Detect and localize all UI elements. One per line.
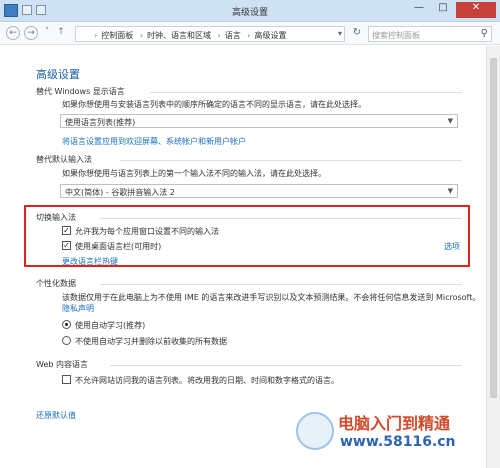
address-bar[interactable]: › 控制面板 › 时钟、语言和区域 › 语言 › 高级设置 ▾ [75,26,345,42]
divider [100,284,462,285]
personalization-heading: 个性化数据 [36,279,76,288]
input-method-select[interactable]: 中文(简体) - 谷歌拼音输入法 2 ▼ [60,184,458,198]
desktop-language-bar-checkbox[interactable]: ✓ [62,241,71,250]
personalization-description: 该数据仅用于在此电脑上为不使用 IME 的语言来改进手写识别以及文本预测结果。不… [62,293,481,302]
vertical-scrollbar[interactable] [486,46,500,468]
web-language-privacy-checkbox[interactable] [62,375,71,384]
per-app-input-checkbox[interactable]: ✓ [62,226,71,235]
auto-learning-label: 使用自动学习(推荐) [75,321,146,330]
breadcrumb-language[interactable]: 语言 [225,31,241,40]
input-method-heading: 替代默认输入法 [36,155,92,164]
forward-button[interactable]: → [24,26,38,40]
divider [120,160,462,161]
back-button[interactable]: ← [6,26,20,40]
display-language-select[interactable]: 使用语言列表(推荐) ▼ [60,114,458,128]
watermark-logo-icon [296,412,334,450]
no-auto-learning-radio[interactable] [62,336,71,345]
breadcrumb-clock-language-region[interactable]: 时钟、语言和区域 [147,31,211,40]
recent-locations-chevron-icon[interactable]: ˅ [42,26,52,40]
auto-learning-radio[interactable] [62,320,71,329]
maximize-button[interactable]: □ [432,2,454,18]
watermark-url: www.58116.cn [340,434,456,450]
display-language-selected: 使用语言列表(推荐) [65,118,136,127]
switch-input-heading: 切换输入法 [36,213,76,222]
breadcrumb-control-panel[interactable]: 控制面板 [101,31,133,40]
web-language-heading: Web 内容语言 [36,360,88,369]
page-title: 高级设置 [36,68,80,81]
watermark-brand: 电脑入门到精通 [338,414,451,433]
chevron-down-icon: ▼ [447,117,453,125]
chevron-down-icon: ▼ [447,187,453,195]
divider [110,365,462,366]
search-icon[interactable]: ⚲ [481,28,488,39]
change-hotkeys-link[interactable]: 更改语言栏热键 [62,256,118,267]
address-dropdown-icon[interactable]: ▾ [338,29,342,38]
breadcrumb: › 控制面板 › 时钟、语言和区域 › 语言 › 高级设置 [94,31,287,40]
divider [150,92,462,93]
input-method-selected: 中文(简体) - 谷歌拼音输入法 2 [65,188,175,197]
apply-language-settings-link[interactable]: 将语言设置应用到欢迎屏幕、系统帐户和新用户帐户 [62,136,246,147]
restore-defaults-link[interactable]: 还原默认值 [36,410,76,421]
scrollbar-thumb[interactable] [490,58,497,398]
search-box[interactable]: 搜索控制面板 ⚲ [368,26,492,42]
per-app-input-label: 允许我为每个应用窗口设置不同的输入法 [75,227,219,236]
title-bar: 高级设置 — □ ✕ [0,0,500,22]
display-language-description: 如果你想使用与安装语言列表中的顺序所确定的语言不同的显示语言，请在此处选择。 [62,100,366,109]
language-bar-options-link[interactable]: 选项 [444,241,460,252]
divider [100,218,462,219]
up-button[interactable]: ↑ [56,26,66,40]
web-language-privacy-label: 不允许网站访问我的语言列表。将改用我的日期、时间和数字格式的语言。 [75,376,339,385]
navigation-bar: ← → ˅ ↑ › 控制面板 › 时钟、语言和区域 › 语言 › 高级设置 ▾ ↻ 搜索… [0,23,500,45]
display-language-heading: 替代 Windows 显示语言 [36,87,125,96]
refresh-icon[interactable]: ↻ [350,27,364,41]
main-content: 高级设置 替代 Windows 显示语言 如果你想使用与安装语言列表中的顺序所确… [0,46,486,468]
search-input[interactable]: 搜索控制面板 [372,30,420,41]
desktop-language-bar-label: 使用桌面语言栏(可用时) [75,242,162,251]
no-auto-learning-label: 不使用自动学习并删除以前收集的所有数据 [75,337,227,346]
watermark: 电脑入门到精通 www.58116.cn [296,408,476,456]
minimize-button[interactable]: — [408,2,430,18]
breadcrumb-advanced-settings[interactable]: 高级设置 [254,31,286,40]
privacy-statement-link[interactable]: 隐私声明 [62,303,94,314]
close-button[interactable]: ✕ [456,2,496,18]
input-method-description: 如果你想使用与语言列表上的第一个输入法不同的输入法，请在此处选择。 [62,169,326,178]
